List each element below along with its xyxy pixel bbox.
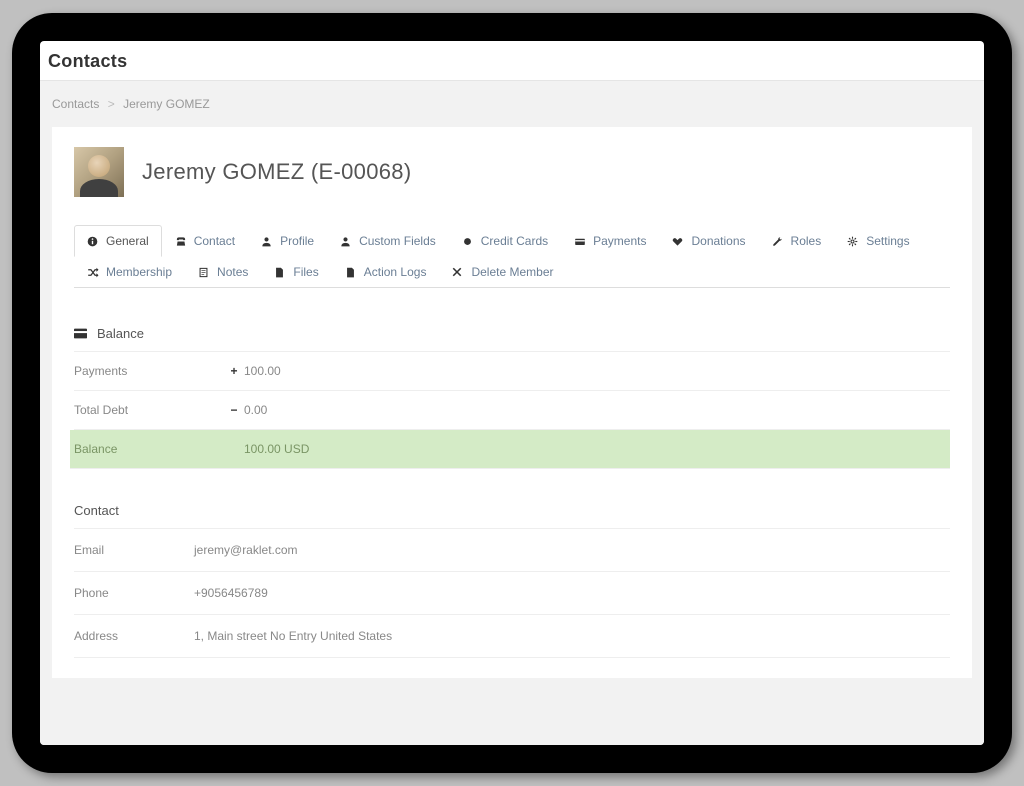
breadcrumb: Contacts > Jeremy GOMEZ — [40, 81, 984, 127]
contact-section: Contact Email jeremy@raklet.com Phone +9… — [74, 493, 950, 658]
note-icon — [198, 267, 210, 278]
device-frame: Contacts Contacts > Jeremy GOMEZ Jeremy … — [12, 13, 1012, 773]
wrench-icon — [772, 236, 784, 247]
tab-label: General — [106, 234, 149, 248]
breadcrumb-root[interactable]: Contacts — [52, 97, 99, 111]
file-icon — [345, 267, 357, 278]
screen: Contacts Contacts > Jeremy GOMEZ Jeremy … — [40, 41, 984, 745]
tab-contact[interactable]: Contact — [162, 225, 248, 257]
tab-donations[interactable]: Donations — [659, 225, 758, 257]
tab-label: Credit Cards — [481, 234, 548, 248]
content-area: Jeremy GOMEZ (E-00068) General Contact — [40, 127, 984, 745]
tab-label: Action Logs — [364, 265, 427, 279]
row-label: Payments — [74, 364, 224, 378]
contact-heading: Contact — [74, 493, 950, 529]
contact-row-email: Email jeremy@raklet.com — [74, 529, 950, 572]
title-row: Jeremy GOMEZ (E-00068) — [74, 147, 950, 197]
user-icon — [340, 236, 352, 247]
tab-custom-fields[interactable]: Custom Fields — [327, 225, 449, 257]
section-title: Balance — [97, 326, 144, 341]
contact-row-phone: Phone +9056456789 — [74, 572, 950, 615]
tab-files[interactable]: Files — [261, 256, 331, 288]
row-value: jeremy@raklet.com — [194, 543, 298, 557]
tab-label: Delete Member — [471, 265, 553, 279]
tab-label: Payments — [593, 234, 646, 248]
tab-label: Settings — [866, 234, 909, 248]
page-header: Contacts — [40, 41, 984, 81]
balance-heading: Balance — [74, 316, 950, 352]
avatar — [74, 147, 124, 197]
tab-roles[interactable]: Roles — [759, 225, 835, 257]
row-value: 100.00 — [244, 364, 281, 378]
tab-label: Roles — [791, 234, 822, 248]
tab-label: Contact — [194, 234, 235, 248]
row-label: Balance — [74, 442, 224, 456]
gear-icon — [847, 236, 859, 247]
row-value: +9056456789 — [194, 586, 268, 600]
tab-notes[interactable]: Notes — [185, 256, 261, 288]
info-icon — [87, 236, 99, 247]
breadcrumb-separator: > — [108, 97, 115, 111]
tab-label: Donations — [691, 234, 745, 248]
contact-panel: Jeremy GOMEZ (E-00068) General Contact — [52, 127, 972, 678]
balance-row-total: Balance 100.00 USD — [70, 430, 950, 469]
minus-icon: − — [224, 403, 244, 417]
row-label: Phone — [74, 586, 194, 600]
plus-icon: + — [224, 364, 244, 378]
page-title: Contacts — [48, 51, 972, 72]
card-icon — [574, 236, 586, 247]
user-icon — [261, 236, 273, 247]
tabs: General Contact Profile — [74, 225, 950, 288]
row-label: Address — [74, 629, 194, 643]
contact-row-address: Address 1, Main street No Entry United S… — [74, 615, 950, 658]
row-label: Total Debt — [74, 403, 224, 417]
tab-payments[interactable]: Payments — [561, 225, 659, 257]
tab-label: Notes — [217, 265, 248, 279]
row-value: 1, Main street No Entry United States — [194, 629, 392, 643]
tab-settings[interactable]: Settings — [834, 225, 922, 257]
tab-label: Custom Fields — [359, 234, 436, 248]
circle-icon — [462, 236, 474, 247]
tab-credit-cards[interactable]: Credit Cards — [449, 225, 561, 257]
balance-row-payments: Payments + 100.00 — [74, 352, 950, 391]
file-icon — [274, 267, 286, 278]
row-value: 100.00 USD — [244, 442, 309, 456]
row-label: Email — [74, 543, 194, 557]
tab-profile[interactable]: Profile — [248, 225, 327, 257]
tab-label: Profile — [280, 234, 314, 248]
shuffle-icon — [87, 267, 99, 278]
section-title: Contact — [74, 503, 119, 518]
close-icon — [452, 267, 464, 277]
heart-icon — [672, 236, 684, 247]
tab-label: Membership — [106, 265, 172, 279]
tab-membership[interactable]: Membership — [74, 256, 185, 288]
contact-title: Jeremy GOMEZ (E-00068) — [142, 159, 411, 185]
card-icon — [74, 328, 87, 339]
tab-label: Files — [293, 265, 318, 279]
tab-action-logs[interactable]: Action Logs — [332, 256, 440, 288]
row-value: 0.00 — [244, 403, 267, 417]
tab-general[interactable]: General — [74, 225, 162, 257]
balance-row-debt: Total Debt − 0.00 — [74, 391, 950, 430]
phone-icon — [175, 236, 187, 247]
breadcrumb-current: Jeremy GOMEZ — [123, 97, 210, 111]
tab-delete-member[interactable]: Delete Member — [439, 256, 566, 288]
balance-section: Balance Payments + 100.00 Total Debt − 0… — [74, 316, 950, 469]
